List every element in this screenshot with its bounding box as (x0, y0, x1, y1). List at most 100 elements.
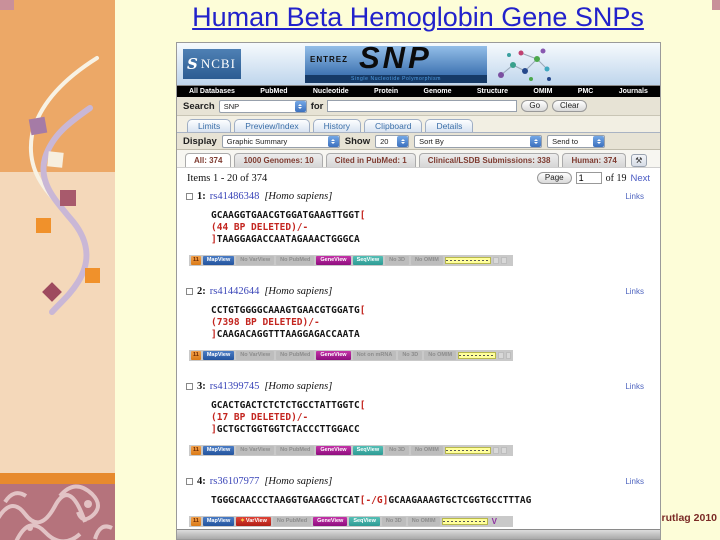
links-link[interactable]: Links (625, 382, 644, 391)
sort-by-select[interactable]: Sort By (414, 135, 542, 148)
database-select[interactable]: SNP (219, 100, 307, 113)
nav-item-all-databases[interactable]: All Databases (189, 88, 235, 95)
next-page-link[interactable]: Next (630, 173, 650, 184)
filter-tabs: All: 374 1000 Genomes: 10 Cited in PubMe… (177, 150, 660, 168)
mapview-button[interactable]: MapView (203, 446, 234, 455)
results-list: 1: rs41486348 [Homo sapiens] Links GCAAG… (177, 188, 660, 527)
filter-tab-all[interactable]: All: 374 (185, 153, 231, 167)
track-end-square (498, 352, 503, 359)
page-number-input[interactable] (576, 172, 602, 184)
sidebar-orange-stripe (0, 473, 115, 484)
filter-tab-clinical-lsdb[interactable]: Clinical/LSDB Submissions: 338 (419, 153, 560, 167)
varview-button[interactable]: ✶VarView (236, 517, 271, 526)
rsid-link[interactable]: rs41442644 (210, 286, 260, 297)
heterozygosity-bar (445, 257, 491, 264)
go-button[interactable]: Go (521, 100, 548, 112)
tab-preview-index[interactable]: Preview/Index (234, 119, 309, 132)
tab-history[interactable]: History (313, 119, 361, 132)
geneview-button[interactable]: GeneView (316, 256, 350, 265)
entrez-snp-logo: ENTREZ SNP Single Nucleotide Polymorphis… (305, 46, 487, 83)
select-stepper-icon (593, 136, 604, 147)
credit-text: Brutlag 2010 (654, 512, 717, 524)
sequence-block: TGGGCAACCCTAAGGTGAAGGCTCAT[-/G]GCAAGAAAG… (211, 495, 660, 507)
sequence-block: GCACTGACTCTCTCTGCCTATTGGTC[ (17 BP DELET… (211, 400, 660, 436)
send-to-select[interactable]: Send to (547, 135, 605, 148)
validated-flag: V (492, 517, 497, 526)
track-end-square (501, 447, 507, 454)
geneview-button[interactable]: GeneView (313, 517, 347, 526)
mapview-button[interactable]: MapView (203, 351, 234, 360)
display-mode-select[interactable]: Graphic Summary (222, 135, 340, 148)
show-label: Show (345, 136, 370, 147)
corner-pattern-left (0, 0, 14, 10)
track-bar: 11 MapView No VarView No PubMed GeneView… (189, 255, 513, 266)
no-3d-button: No 3D (382, 517, 406, 526)
no-pubmed-button: No PubMed (276, 256, 314, 265)
entry-checkbox[interactable] (186, 478, 193, 485)
ncbi-helix-icon: S (187, 55, 198, 73)
species-label: [Homo sapiens] (264, 191, 332, 202)
decorative-sidebar (0, 0, 115, 540)
species-label: [Homo sapiens] (264, 381, 332, 392)
seqview-button[interactable]: SeqView (349, 517, 380, 526)
nav-item-omim[interactable]: OMIM (533, 88, 552, 95)
items-count-text: Items 1 - 20 of 374 (187, 173, 267, 184)
entry-number: 3: (197, 381, 206, 392)
nav-item-journals[interactable]: Journals (619, 88, 648, 95)
tab-details[interactable]: Details (425, 119, 473, 132)
ncbi-logo[interactable]: S NCBI (183, 49, 241, 79)
links-link[interactable]: Links (625, 477, 644, 486)
geneview-button[interactable]: GeneView (316, 446, 350, 455)
nav-item-pubmed[interactable]: PubMed (260, 88, 287, 95)
no-varview-button: No VarView (236, 446, 274, 455)
chromosome-badge: 11 (191, 351, 201, 360)
entrez-label: ENTREZ (310, 55, 348, 64)
no-varview-button: No VarView (236, 256, 274, 265)
rsid-link[interactable]: rs36107977 (210, 476, 260, 487)
no-3d-button: No 3D (398, 351, 422, 360)
entry-checkbox[interactable] (186, 288, 193, 295)
geneview-button[interactable]: GeneView (316, 351, 350, 360)
ncbi-banner: S NCBI ENTREZ SNP Single Nucleotide Poly… (177, 43, 660, 86)
page-button[interactable]: Page (537, 172, 572, 184)
nav-item-genome[interactable]: Genome (424, 88, 452, 95)
links-link[interactable]: Links (625, 192, 644, 201)
seqview-button[interactable]: SeqView (353, 446, 384, 455)
clear-button[interactable]: Clear (552, 100, 587, 112)
molecule-graphic (491, 45, 555, 85)
sequence-block: GCAAGGTGAACGTGGATGAAGTTGGT[ (44 BP DELET… (211, 210, 660, 246)
track-end-square (506, 352, 511, 359)
tab-limits[interactable]: Limits (187, 119, 231, 132)
no-omim-button: No OMIM (408, 517, 440, 526)
select-stepper-icon (530, 136, 541, 147)
show-count-select[interactable]: 20 (375, 135, 409, 148)
tab-clipboard[interactable]: Clipboard (364, 119, 422, 132)
search-label: Search (183, 101, 215, 112)
mapview-button[interactable]: MapView (203, 256, 234, 265)
nav-item-nucleotide[interactable]: Nucleotide (313, 88, 349, 95)
filter-tab-cited-pubmed[interactable]: Cited in PubMed: 1 (326, 153, 416, 167)
entry-checkbox[interactable] (186, 193, 193, 200)
filter-config-wrench-icon[interactable]: ⚒ (631, 154, 647, 167)
nav-item-pmc[interactable]: PMC (578, 88, 594, 95)
rsid-link[interactable]: rs41486348 (210, 191, 260, 202)
filter-tab-1000-genomes[interactable]: 1000 Genomes: 10 (234, 153, 322, 167)
seqview-button[interactable]: SeqView (353, 256, 384, 265)
results-pager: Items 1 - 20 of 374 Page of 19 Next (177, 168, 660, 188)
filter-tab-human[interactable]: Human: 374 (562, 153, 625, 167)
mapview-button[interactable]: MapView (203, 517, 234, 526)
rsid-link[interactable]: rs41399745 (210, 381, 260, 392)
page-of-text: of 19 (606, 173, 627, 184)
no-3d-button: No 3D (385, 256, 409, 265)
nav-item-structure[interactable]: Structure (477, 88, 508, 95)
entry-number: 1: (197, 191, 206, 202)
window-bottom-scrollbar[interactable] (177, 529, 660, 539)
slide: Human Beta Hemoglobin Gene SNPs Brutlag … (0, 0, 720, 540)
search-input[interactable] (327, 100, 517, 112)
links-link[interactable]: Links (625, 287, 644, 296)
nav-item-protein[interactable]: Protein (374, 88, 398, 95)
top-nav-bar: All Databases PubMed Nucleotide Protein … (177, 86, 660, 97)
entry-checkbox[interactable] (186, 383, 193, 390)
browser-window: S NCBI ENTREZ SNP Single Nucleotide Poly… (176, 42, 661, 540)
for-label: for (311, 101, 324, 112)
